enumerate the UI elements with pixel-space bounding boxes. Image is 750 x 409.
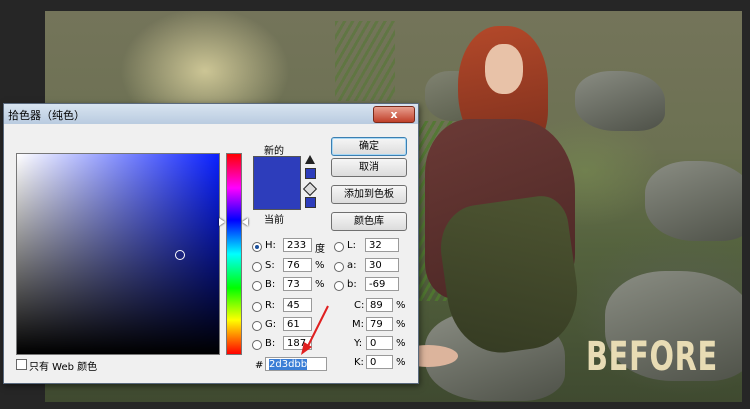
saturation-input[interactable]: 76 [283, 258, 312, 272]
yellow-input[interactable]: 0 [366, 336, 393, 350]
magenta-label: M: [352, 319, 364, 330]
black-label: K: [354, 357, 364, 368]
lab-a-label: a: [347, 260, 357, 271]
brightness-input[interactable]: 73 [283, 277, 312, 291]
cyan-label: C: [354, 300, 365, 311]
hue-unit: 度 [315, 244, 325, 255]
hue-radio[interactable] [252, 242, 262, 252]
before-watermark: BEFORE [586, 334, 718, 380]
red-radio[interactable] [252, 302, 262, 312]
saturation-radio[interactable] [252, 262, 262, 272]
color-field-cursor[interactable] [175, 250, 185, 260]
gamut-correction-swatch[interactable] [305, 168, 316, 179]
ok-button[interactable]: 确定 [331, 137, 407, 156]
saturation-unit: % [315, 260, 325, 271]
hex-input-value: 2d3dbb [269, 359, 308, 370]
hue-slider-handle-right-icon[interactable] [242, 218, 248, 226]
red-input[interactable]: 45 [283, 298, 312, 312]
lab-b-input[interactable]: -69 [365, 277, 399, 291]
hue-slider[interactable] [226, 153, 242, 355]
hex-input[interactable]: 2d3dbb [265, 357, 327, 371]
woman-face [485, 44, 523, 94]
hue-input[interactable]: 233 [283, 238, 312, 252]
red-label: R: [265, 300, 276, 311]
brightness-label: B: [265, 279, 276, 290]
fern [335, 21, 395, 101]
green-label: G: [265, 319, 277, 330]
saturation-label: S: [265, 260, 275, 271]
yellow-label: Y: [354, 338, 363, 349]
green-input[interactable]: 61 [283, 317, 312, 331]
cyan-input[interactable]: 89 [366, 298, 393, 312]
rock [575, 71, 665, 131]
lab-a-radio[interactable] [334, 262, 344, 272]
lab-l-label: L: [347, 240, 356, 251]
color-field[interactable] [16, 153, 220, 355]
new-color-swatch [253, 156, 301, 185]
magenta-input[interactable]: 79 [366, 317, 393, 331]
lab-l-radio[interactable] [334, 242, 344, 252]
web-colors-label: 只有 Web 颜色 [29, 362, 98, 373]
blue-radio[interactable] [252, 340, 262, 350]
brightness-unit: % [315, 279, 325, 290]
current-color-label: 当前 [264, 215, 284, 226]
hex-prefix: # [255, 360, 264, 371]
new-color-label: 新的 [264, 146, 284, 157]
dialog-title: 拾色器（纯色） [8, 109, 85, 122]
add-to-swatches-button[interactable]: 添加到色板 [331, 185, 407, 204]
web-safe-swatch[interactable] [305, 197, 316, 208]
magenta-unit: % [396, 319, 406, 330]
current-color-swatch[interactable] [253, 184, 301, 210]
color-libraries-button[interactable]: 颜色库 [331, 212, 407, 231]
lab-b-radio[interactable] [334, 281, 344, 291]
lab-a-input[interactable]: 30 [365, 258, 399, 272]
blue-input[interactable]: 187 [283, 336, 312, 350]
lab-b-label: b: [347, 279, 357, 290]
close-button[interactable]: x [373, 106, 415, 123]
lab-l-input[interactable]: 32 [365, 238, 399, 252]
blue-label: B: [265, 338, 276, 349]
black-unit: % [396, 357, 406, 368]
out-of-gamut-warning-icon[interactable] [305, 155, 315, 164]
hue-slider-handle-left-icon[interactable] [219, 218, 225, 226]
rock [645, 161, 742, 241]
dialog-titlebar[interactable]: 拾色器（纯色） x [4, 104, 418, 124]
close-icon: x [390, 108, 398, 121]
green-radio[interactable] [252, 321, 262, 331]
web-safe-warning-icon[interactable] [302, 181, 318, 197]
web-colors-checkbox[interactable] [16, 359, 27, 370]
cancel-button[interactable]: 取消 [331, 158, 407, 177]
yellow-unit: % [396, 338, 406, 349]
hue-label: H: [265, 240, 276, 251]
cyan-unit: % [396, 300, 406, 311]
brightness-radio[interactable] [252, 281, 262, 291]
color-picker-dialog: 拾色器（纯色） x 新的 当前 确定 取消 添加到色板 颜色库 H: 233 度… [3, 103, 419, 384]
black-input[interactable]: 0 [366, 355, 393, 369]
